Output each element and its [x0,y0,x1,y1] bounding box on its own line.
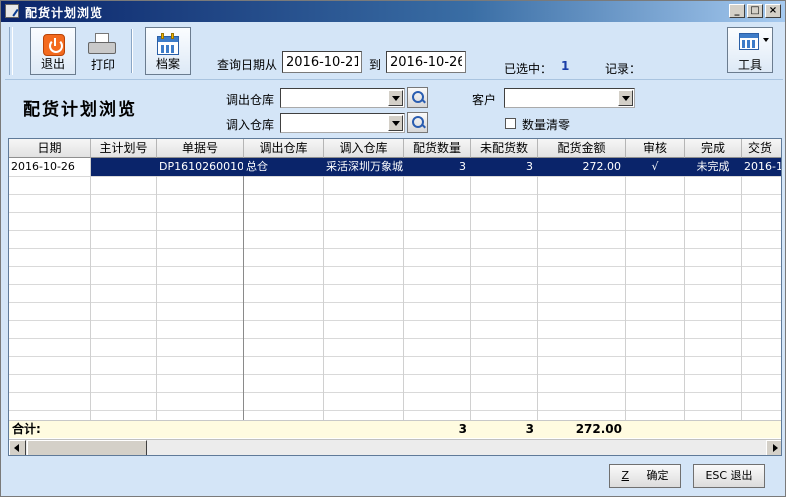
totals-label: 合计: [12,422,41,436]
maximize-button[interactable]: □ [747,4,763,18]
cell-delivery: 2016-10 [744,160,781,173]
col-header-amount[interactable]: 配货金额 [538,139,626,158]
date-to-label: 到 [369,58,382,72]
cell-doc-no: DP161026001003 [159,160,243,173]
cell-quantity: 3 [459,160,466,173]
cell-review: √ [651,160,659,173]
col-header-out-warehouse[interactable]: 调出仓库 [244,139,324,158]
totals-quantity: 3 [458,422,467,436]
window-title: 配货计划浏览 [25,6,104,20]
tools-button[interactable]: 工具 [727,27,773,73]
print-button[interactable]: 打印 [79,27,127,75]
printer-icon [87,33,117,57]
chevron-down-icon[interactable] [388,90,403,106]
chevron-down-icon[interactable] [388,115,403,131]
esc-exit-button-label: ESC 退出 [705,469,753,482]
toolbar: 退出 打印 档案 查询日期从 到 已选中： 1 记录： 工具 [5,23,783,80]
toolbar-separator [131,29,133,73]
confirm-shortcut-key: Z [621,469,630,482]
filter-panel: 配货计划浏览 调出仓库 调入仓库 客户 数量清零 [5,81,783,137]
confirm-button[interactable]: Z 确定 [609,464,681,488]
grid-icon [739,33,759,50]
archive-button-label: 档案 [155,57,180,71]
col-header-delivery[interactable]: 交货 [742,139,781,158]
date-from-input[interactable] [282,51,362,73]
confirm-button-label: 确定 [646,469,669,482]
cell-master-plan [91,158,156,176]
power-icon [43,34,65,56]
col-header-review[interactable]: 审核 [626,139,685,158]
quantity-clear-label: 数量清零 [522,118,571,132]
cell-out-warehouse: 总仓 [246,160,268,173]
cell-amount: 272.00 [582,160,622,173]
col-header-doc-no[interactable]: 单据号 [157,139,244,158]
customer-select[interactable] [504,88,635,108]
out-warehouse-label: 调出仓库 [226,93,275,107]
col-header-date[interactable]: 日期 [9,139,91,158]
tools-button-label: 工具 [737,58,762,72]
in-warehouse-select[interactable] [280,113,405,133]
minimize-button[interactable]: _ [729,4,745,18]
calendar-icon [155,33,181,57]
exit-button-label: 退出 [40,57,65,71]
chevron-down-icon [763,38,769,42]
page-title: 配货计划浏览 [23,100,137,120]
selected-label: 已选中： [504,62,553,76]
col-header-quantity[interactable]: 配货数量 [404,139,471,158]
out-warehouse-select[interactable] [280,88,405,108]
cell-date: 2016-10-26 [11,160,75,173]
app-icon [5,4,19,18]
print-button-label: 打印 [90,58,115,72]
app-window: 配货计划浏览 _ □ × 退出 打印 档案 查询日期从 到 已选中： 1 [0,0,786,497]
out-warehouse-search-button[interactable] [407,87,428,108]
date-to-input[interactable] [386,51,466,73]
in-warehouse-search-button[interactable] [407,112,428,133]
data-grid[interactable]: 日期 主计划号 单据号 调出仓库 调入仓库 配货数量 未配货数 配货金额 审核 … [8,138,782,456]
col-header-unallocated[interactable]: 未配货数 [471,139,538,158]
toolbar-grip[interactable] [9,27,13,75]
cell-unallocated: 3 [526,160,533,173]
date-from-label: 查询日期从 [217,58,278,72]
exit-button[interactable]: 退出 [30,27,76,75]
cell-complete: 未完成 [696,160,730,173]
quantity-clear-checkbox[interactable] [505,118,516,129]
col-header-master-plan[interactable]: 主计划号 [91,139,157,158]
close-button[interactable]: × [765,4,781,18]
totals-amount: 272.00 [575,422,622,436]
in-warehouse-label: 调入仓库 [226,118,275,132]
cell-in-warehouse: 采活深圳万象城 [326,160,403,173]
scroll-right-icon[interactable] [766,440,781,455]
customer-label: 客户 [472,93,497,107]
scrollbar-thumb[interactable] [27,440,147,455]
chevron-down-icon[interactable] [618,90,633,106]
totals-row: 合计: 3 3 272.00 [9,420,781,438]
totals-unallocated: 3 [525,422,534,436]
title-bar: 配货计划浏览 _ □ × [1,1,785,22]
col-header-complete[interactable]: 完成 [685,139,742,158]
horizontal-scrollbar[interactable] [9,439,781,455]
archive-button[interactable]: 档案 [145,27,191,75]
records-label: 记录： [605,62,642,76]
scroll-left-icon[interactable] [9,440,26,455]
selected-count: 1 [561,59,570,73]
col-header-in-warehouse[interactable]: 调入仓库 [324,139,404,158]
esc-exit-button[interactable]: ESC 退出 [693,464,765,488]
